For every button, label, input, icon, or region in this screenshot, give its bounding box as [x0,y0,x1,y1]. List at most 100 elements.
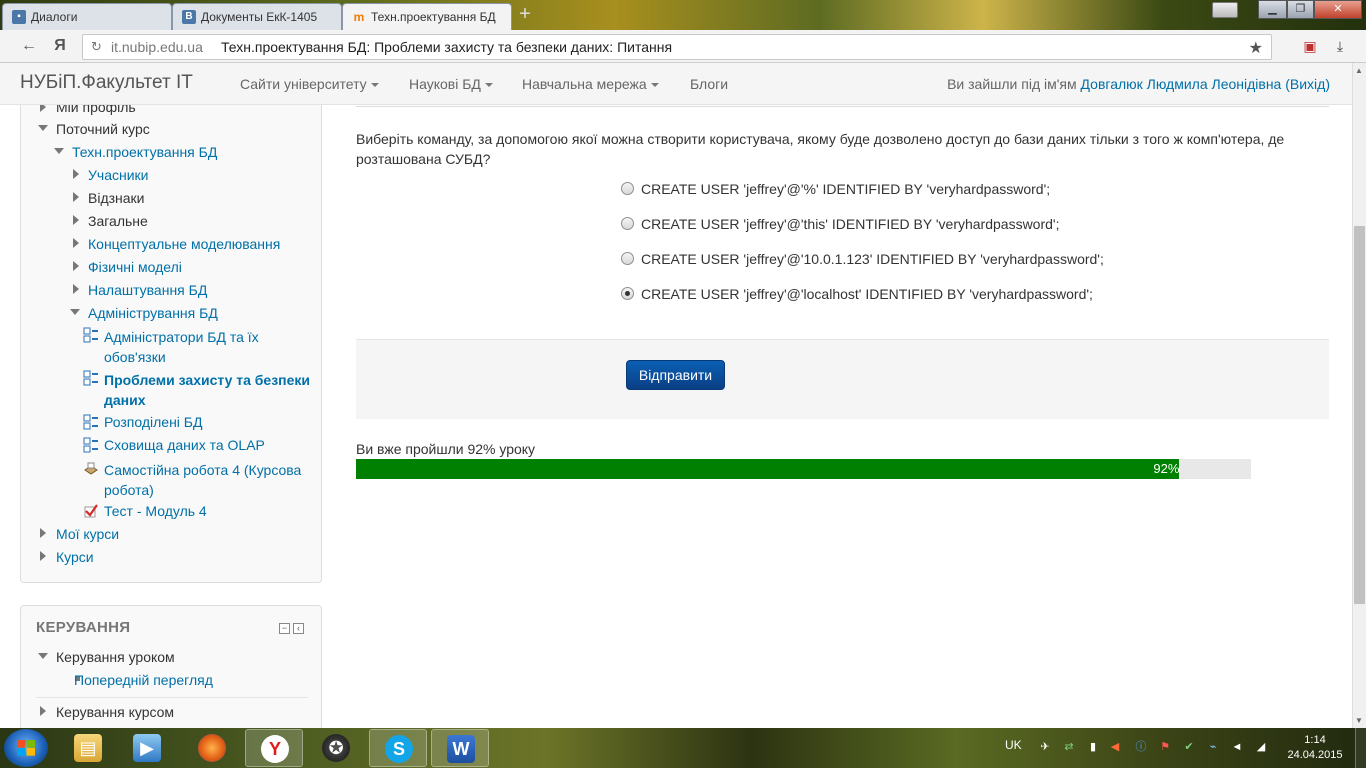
tree-my-profile[interactable]: Мій профіль [56,105,136,115]
tree-independent-work-4[interactable]: Самостійна робота 4 (Курсова робота) [104,460,314,500]
lesson-page-icon [83,437,98,453]
radio-button[interactable] [621,182,634,195]
taskbar-media-player[interactable]: ▶ [118,729,176,767]
tab-label: Диалоги [31,10,78,24]
answer-label[interactable]: CREATE USER 'jeffrey'@'10.0.1.123' IDENT… [641,251,1104,267]
tree-badges[interactable]: Відзнаки [88,190,145,206]
connection-tray-icon[interactable]: ⇄ [1062,740,1076,754]
taskbar-yandex-browser[interactable]: Y [245,729,303,767]
admin-course-management[interactable]: Керування курсом [56,704,174,720]
volume-tray-icon[interactable]: ◄ [1230,740,1244,754]
tree-data-warehouse-olap[interactable]: Сховища даних та OLAP [104,437,265,453]
answer-label[interactable]: CREATE USER 'jeffrey'@'localhost' IDENTI… [641,286,1093,302]
tree-db-settings[interactable]: Налаштування БД [88,282,207,298]
expand-arrow-icon[interactable] [73,215,79,225]
tree-db-administrators[interactable]: Адміністратори БД та їх обов'язки [104,327,314,367]
expand-arrow-icon[interactable] [40,706,46,716]
tree-security-problems-current[interactable]: Проблеми захисту та безпеки даних [104,370,314,410]
battery-tray-icon[interactable]: ▮ [1086,740,1100,754]
tree-physical-models[interactable]: Фізичні моделі [88,259,182,275]
maximize-button[interactable]: ❐ [1287,0,1314,19]
question-text: Виберіть команду, за допомогою якої можн… [356,131,1285,167]
tree-db-administration[interactable]: Адміністрування БД [88,305,218,321]
expand-arrow-icon[interactable] [40,528,46,538]
scrollbar-thumb[interactable] [1354,226,1365,604]
answer-label[interactable]: CREATE USER 'jeffrey'@'this' IDENTIFIED … [641,216,1059,232]
site-brand[interactable]: НУБіП.Факультет ІТ [20,72,193,94]
action-center-tray-icon[interactable]: ⚑ [1158,740,1172,754]
expand-arrow-icon[interactable] [40,551,46,561]
tab-course[interactable]: m Техн.проектування БД [342,3,512,30]
back-arrow-icon[interactable]: ← [19,36,39,56]
tree-test-module-4[interactable]: Тест - Модуль 4 [104,503,207,519]
close-button[interactable]: ✕ [1314,0,1362,19]
speaker-muted-tray-icon[interactable]: ◀ [1108,740,1122,754]
expand-arrow-icon[interactable] [40,105,46,112]
logout-link[interactable]: (Вихід) [1285,76,1330,92]
address-bar[interactable]: ↻ it.nubip.edu.ua Техн.проектування БД: … [82,34,1272,60]
expand-arrow-icon[interactable] [73,261,79,271]
new-tab-button[interactable]: + [514,4,536,26]
collapse-arrow-icon[interactable] [70,309,80,315]
start-button[interactable] [4,729,48,767]
minimize-button[interactable]: ▁ [1258,0,1287,19]
tree-conceptual-modeling[interactable]: Концептуальне моделювання [88,236,280,252]
expand-arrow-icon[interactable] [73,169,79,179]
reload-icon[interactable]: ↻ [91,39,102,55]
answer-label[interactable]: CREATE USER 'jeffrey'@'%' IDENTIFIED BY … [641,181,1050,197]
tab-dialogs[interactable]: ▪ Диалоги [2,3,172,30]
expand-arrow-icon[interactable] [73,284,79,294]
admin-lesson-management[interactable]: Керування уроком [56,649,175,665]
browser-menu-button[interactable] [1212,2,1238,18]
collapse-arrow-icon[interactable] [38,653,48,659]
user-profile-link[interactable]: Довгалюк Людмила Леонідівна [1081,76,1282,92]
tree-course-link[interactable]: Техн.проектування БД [72,144,217,160]
clock-time: 1:14 [1304,734,1326,746]
usb-tray-icon[interactable]: ⌁ [1206,740,1220,754]
nav-science-db[interactable]: Наукові БД [409,76,493,92]
radio-button-selected[interactable] [621,287,634,300]
yandex-logo[interactable]: Я [50,36,70,56]
language-indicator[interactable]: UK [1005,738,1022,752]
scroll-down-icon[interactable]: ▼ [1355,716,1363,725]
download-icon[interactable]: ⤓ [1330,36,1350,56]
admin-preview[interactable]: Попередній перегляд [74,672,213,688]
tree-courses[interactable]: Курси [56,549,94,565]
vk-icon: B [182,10,196,24]
move-block-icon[interactable]: ‹ [293,623,304,634]
collapse-arrow-icon[interactable] [54,148,64,154]
scroll-up-icon[interactable]: ▲ [1355,66,1363,75]
radio-button[interactable] [621,252,634,265]
window-controls: ▁ ❐ ✕ [1258,0,1362,19]
expand-arrow-icon[interactable] [73,238,79,248]
bookmark-star-icon[interactable]: ★ [1249,38,1263,58]
extension-icon[interactable]: ▣ [1300,36,1320,56]
dock-icon[interactable]: − [279,623,290,634]
taskbar-firefox[interactable] [183,729,241,767]
nav-learning-network[interactable]: Навчальна мережа [522,76,659,92]
tree-current-course[interactable]: Поточний курс [56,121,150,137]
taskbar-game[interactable]: ✪ [307,729,365,767]
radio-button[interactable] [621,217,634,230]
collapse-arrow-icon[interactable] [38,125,48,131]
submit-button[interactable]: Відправити [626,360,725,390]
show-desktop-button[interactable] [1355,728,1366,768]
page-scrollbar[interactable]: ▲ ▼ [1352,63,1366,728]
tree-participants[interactable]: Учасники [88,167,148,183]
tree-distributed-db[interactable]: Розподілені БД [104,414,202,430]
taskbar-explorer[interactable]: ▤ [59,729,117,767]
taskbar-skype[interactable]: S [369,729,427,767]
taskbar-word[interactable]: W [431,729,489,767]
network-tray-icon[interactable]: ✈ [1038,740,1052,754]
system-clock[interactable]: 1:14 24.04.2015 [1282,733,1348,763]
security-tray-icon[interactable]: ✔ [1182,740,1196,754]
wifi-tray-icon[interactable]: ◢ [1254,740,1268,754]
tree-general[interactable]: Загальне [88,213,148,229]
nav-university-sites[interactable]: Сайти університету [240,76,379,92]
info-tray-icon[interactable]: ⓘ [1134,740,1148,754]
tab-documents[interactable]: B Документы ЕкК-1405 [172,3,342,30]
skype-icon: S [385,735,413,763]
tree-my-courses[interactable]: Мої курси [56,526,119,542]
expand-arrow-icon[interactable] [73,192,79,202]
nav-blogs[interactable]: Блоги [690,76,728,92]
